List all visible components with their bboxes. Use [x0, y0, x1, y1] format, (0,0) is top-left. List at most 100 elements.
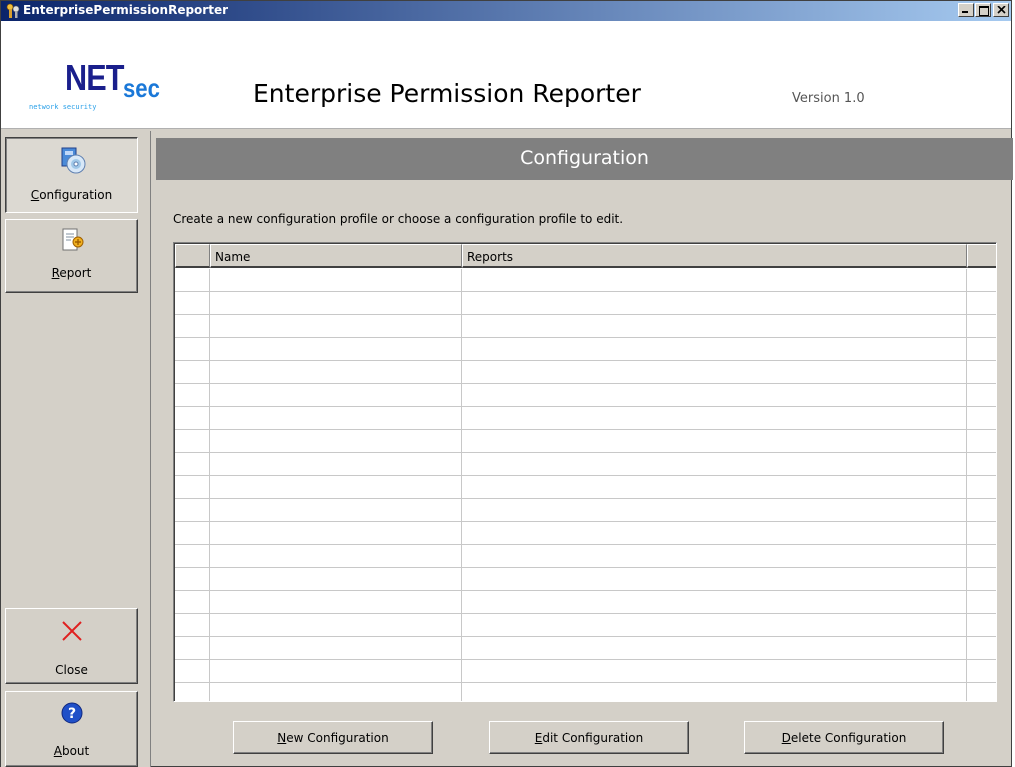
table-cell	[210, 384, 462, 407]
table-row[interactable]	[175, 660, 996, 683]
table-cell	[175, 430, 210, 453]
table-cell	[967, 476, 996, 499]
report-document-icon	[62, 228, 83, 251]
table-cell	[175, 591, 210, 614]
column-header-name[interactable]: Name	[210, 244, 462, 268]
delete-configuration-button[interactable]: Delete Configuration	[744, 721, 944, 754]
close-window-button[interactable]	[993, 3, 1009, 17]
table-cell	[210, 683, 462, 701]
table-cell	[175, 683, 210, 701]
table-row[interactable]	[175, 430, 996, 453]
table-row[interactable]	[175, 683, 996, 701]
table-header: Name Reports	[175, 244, 996, 268]
header-banner: NET sec network security Enterprise Perm…	[1, 21, 1011, 129]
table-cell	[967, 591, 996, 614]
table-row[interactable]	[175, 453, 996, 476]
logo-sec-text: sec	[123, 73, 160, 103]
window-title: EnterprisePermissionReporter	[23, 3, 229, 17]
table-cell	[175, 660, 210, 683]
configuration-table[interactable]: Name Reports	[173, 242, 997, 702]
table-row[interactable]	[175, 384, 996, 407]
column-header-reports[interactable]: Reports	[462, 244, 967, 268]
table-cell	[967, 683, 996, 701]
table-cell	[967, 361, 996, 384]
sidebar-item-label: About	[53, 744, 90, 758]
sidebar-item-label: Configuration	[30, 188, 113, 202]
window-controls	[957, 3, 1009, 17]
sidebar: Configuration Report Close ? About	[1, 131, 151, 767]
svg-text:?: ?	[67, 706, 75, 722]
table-cell	[967, 499, 996, 522]
new-configuration-button[interactable]: New Configuration	[233, 721, 433, 754]
table-cell	[462, 591, 967, 614]
instructions-text: Create a new configuration profile or ch…	[173, 212, 624, 226]
table-cell	[462, 499, 967, 522]
table-cell	[462, 545, 967, 568]
table-row[interactable]	[175, 361, 996, 384]
table-cell	[210, 522, 462, 545]
table-cell	[967, 407, 996, 430]
table-cell	[175, 338, 210, 361]
table-row[interactable]	[175, 614, 996, 637]
maximize-button[interactable]	[975, 3, 991, 17]
table-cell	[462, 315, 967, 338]
sidebar-item-report[interactable]: Report	[5, 219, 138, 293]
table-cell	[462, 476, 967, 499]
table-cell	[210, 269, 462, 292]
table-cell	[175, 614, 210, 637]
table-cell	[210, 660, 462, 683]
table-cell	[462, 614, 967, 637]
table-cell	[462, 637, 967, 660]
table-cell	[967, 637, 996, 660]
minimize-button[interactable]	[958, 3, 974, 17]
table-cell	[967, 614, 996, 637]
title-bar[interactable]: EnterprisePermissionReporter	[1, 1, 1011, 21]
sidebar-item-close[interactable]: Close	[5, 608, 138, 684]
table-row[interactable]	[175, 499, 996, 522]
table-row[interactable]	[175, 407, 996, 430]
panel-title: Configuration	[520, 147, 649, 169]
table-cell	[462, 660, 967, 683]
column-header-filler	[967, 244, 996, 268]
table-row[interactable]	[175, 591, 996, 614]
table-cell	[210, 292, 462, 315]
table-row[interactable]	[175, 292, 996, 315]
table-cell	[462, 338, 967, 361]
app-icon	[6, 3, 20, 18]
sidebar-item-configuration[interactable]: Configuration	[5, 137, 138, 213]
configuration-disc-icon	[61, 147, 85, 174]
row-selector-header[interactable]	[175, 244, 210, 268]
table-row[interactable]	[175, 522, 996, 545]
table-cell	[210, 591, 462, 614]
table-row[interactable]	[175, 637, 996, 660]
table-cell	[210, 545, 462, 568]
table-row[interactable]	[175, 545, 996, 568]
table-cell	[175, 292, 210, 315]
close-icon	[997, 6, 1006, 14]
table-row[interactable]	[175, 269, 996, 292]
table-cell	[462, 269, 967, 292]
table-row[interactable]	[175, 338, 996, 361]
table-cell	[967, 338, 996, 361]
table-row[interactable]	[175, 315, 996, 338]
table-row[interactable]	[175, 568, 996, 591]
table-cell	[210, 315, 462, 338]
table-cell	[462, 407, 967, 430]
table-cell	[210, 407, 462, 430]
logo-tagline: network security	[29, 103, 97, 111]
table-cell	[967, 269, 996, 292]
logo-net-text: NET	[65, 57, 125, 98]
table-cell	[210, 568, 462, 591]
table-cell	[967, 292, 996, 315]
sidebar-item-about[interactable]: ? About	[5, 691, 138, 767]
app-title: Enterprise Permission Reporter	[253, 79, 641, 108]
edit-configuration-button[interactable]: Edit Configuration	[489, 721, 689, 754]
table-cell	[210, 476, 462, 499]
table-row[interactable]	[175, 476, 996, 499]
help-question-icon: ?	[61, 702, 82, 724]
table-cell	[462, 292, 967, 315]
panel-header: Configuration	[156, 138, 1013, 180]
table-cell	[210, 453, 462, 476]
table-cell	[967, 430, 996, 453]
table-cell	[967, 522, 996, 545]
